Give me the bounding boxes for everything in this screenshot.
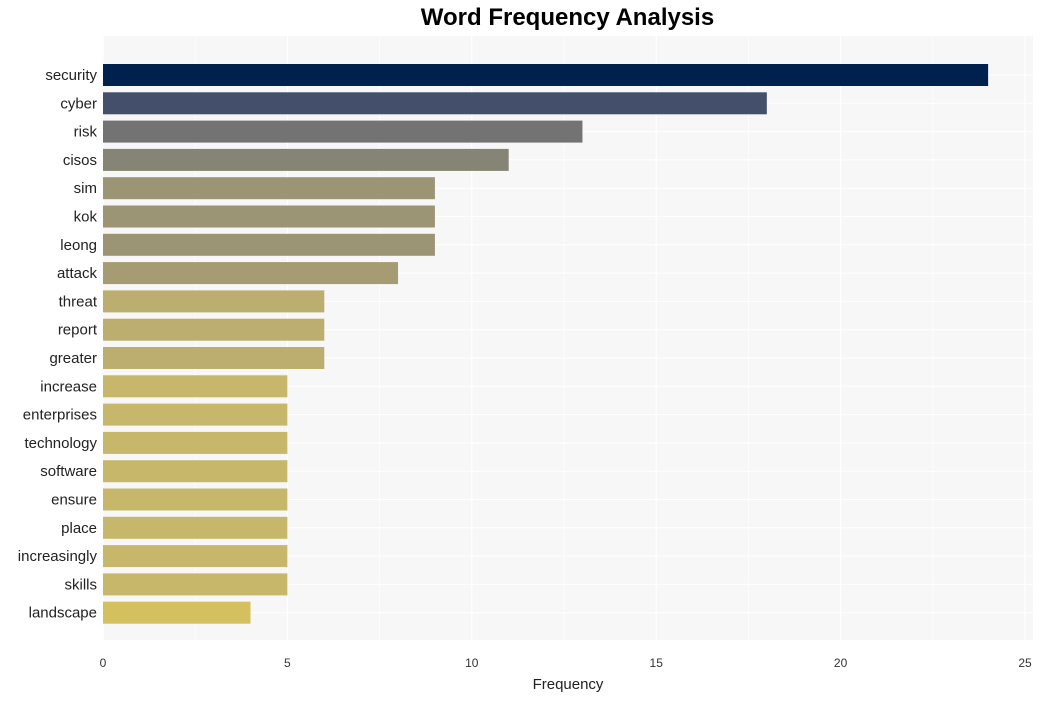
category-label-kok: kok <box>74 209 98 226</box>
category-label-report: report <box>58 322 98 339</box>
category-label-cyber: cyber <box>60 95 97 112</box>
category-label-cisos: cisos <box>63 152 97 169</box>
category-label-greater: greater <box>49 350 97 367</box>
x-tick-label: 25 <box>1018 656 1032 670</box>
bar-place <box>103 516 288 539</box>
x-axis-label: Frequency <box>533 676 604 693</box>
category-label-enterprises: enterprises <box>23 407 97 424</box>
x-tick-label: 0 <box>100 656 107 670</box>
category-label-sim: sim <box>74 180 97 197</box>
category-label-increasingly: increasingly <box>18 548 98 565</box>
x-tick-label: 20 <box>834 656 848 670</box>
x-tick-label: 5 <box>284 656 291 670</box>
bar-software <box>103 460 288 483</box>
category-label-risk: risk <box>74 124 98 141</box>
bar-skills <box>103 573 288 596</box>
bar-ensure <box>103 488 288 511</box>
x-tick-label: 10 <box>465 656 479 670</box>
category-label-threat: threat <box>59 293 98 310</box>
bar-sim <box>103 177 435 200</box>
category-label-increase: increase <box>40 378 97 395</box>
bar-threat <box>103 290 325 313</box>
category-labels: security cyber risk cisos sim kok leong attack t… <box>18 67 98 622</box>
x-tick-labels: 0 5 10 15 20 25 <box>100 656 1032 670</box>
category-label-security: security <box>45 67 97 84</box>
bar-increase <box>103 375 288 398</box>
bar-attack <box>103 262 399 285</box>
bar-landscape <box>103 601 251 624</box>
bar-greater <box>103 347 325 369</box>
x-tick-label: 15 <box>650 656 664 670</box>
bar-chart: security cyber risk cisos sim kok leong attack t… <box>18 36 1033 693</box>
bar-technology <box>103 431 288 454</box>
bar-security <box>103 64 989 86</box>
category-label-landscape: landscape <box>29 605 97 622</box>
category-label-skills: skills <box>65 576 98 593</box>
category-label-software: software <box>40 463 97 480</box>
category-label-technology: technology <box>24 435 97 452</box>
category-label-place: place <box>61 520 97 537</box>
category-label-attack: attack <box>57 265 98 282</box>
category-label-leong: leong <box>60 237 97 254</box>
bar-cyber <box>103 92 767 115</box>
bar-kok <box>103 205 435 228</box>
bar-risk <box>103 120 583 143</box>
bar-increasingly <box>103 545 288 568</box>
bar-leong <box>103 233 435 256</box>
bar-report <box>103 318 325 341</box>
category-label-ensure: ensure <box>51 492 97 509</box>
bar-enterprises <box>103 403 288 426</box>
bar-cisos <box>103 148 509 171</box>
